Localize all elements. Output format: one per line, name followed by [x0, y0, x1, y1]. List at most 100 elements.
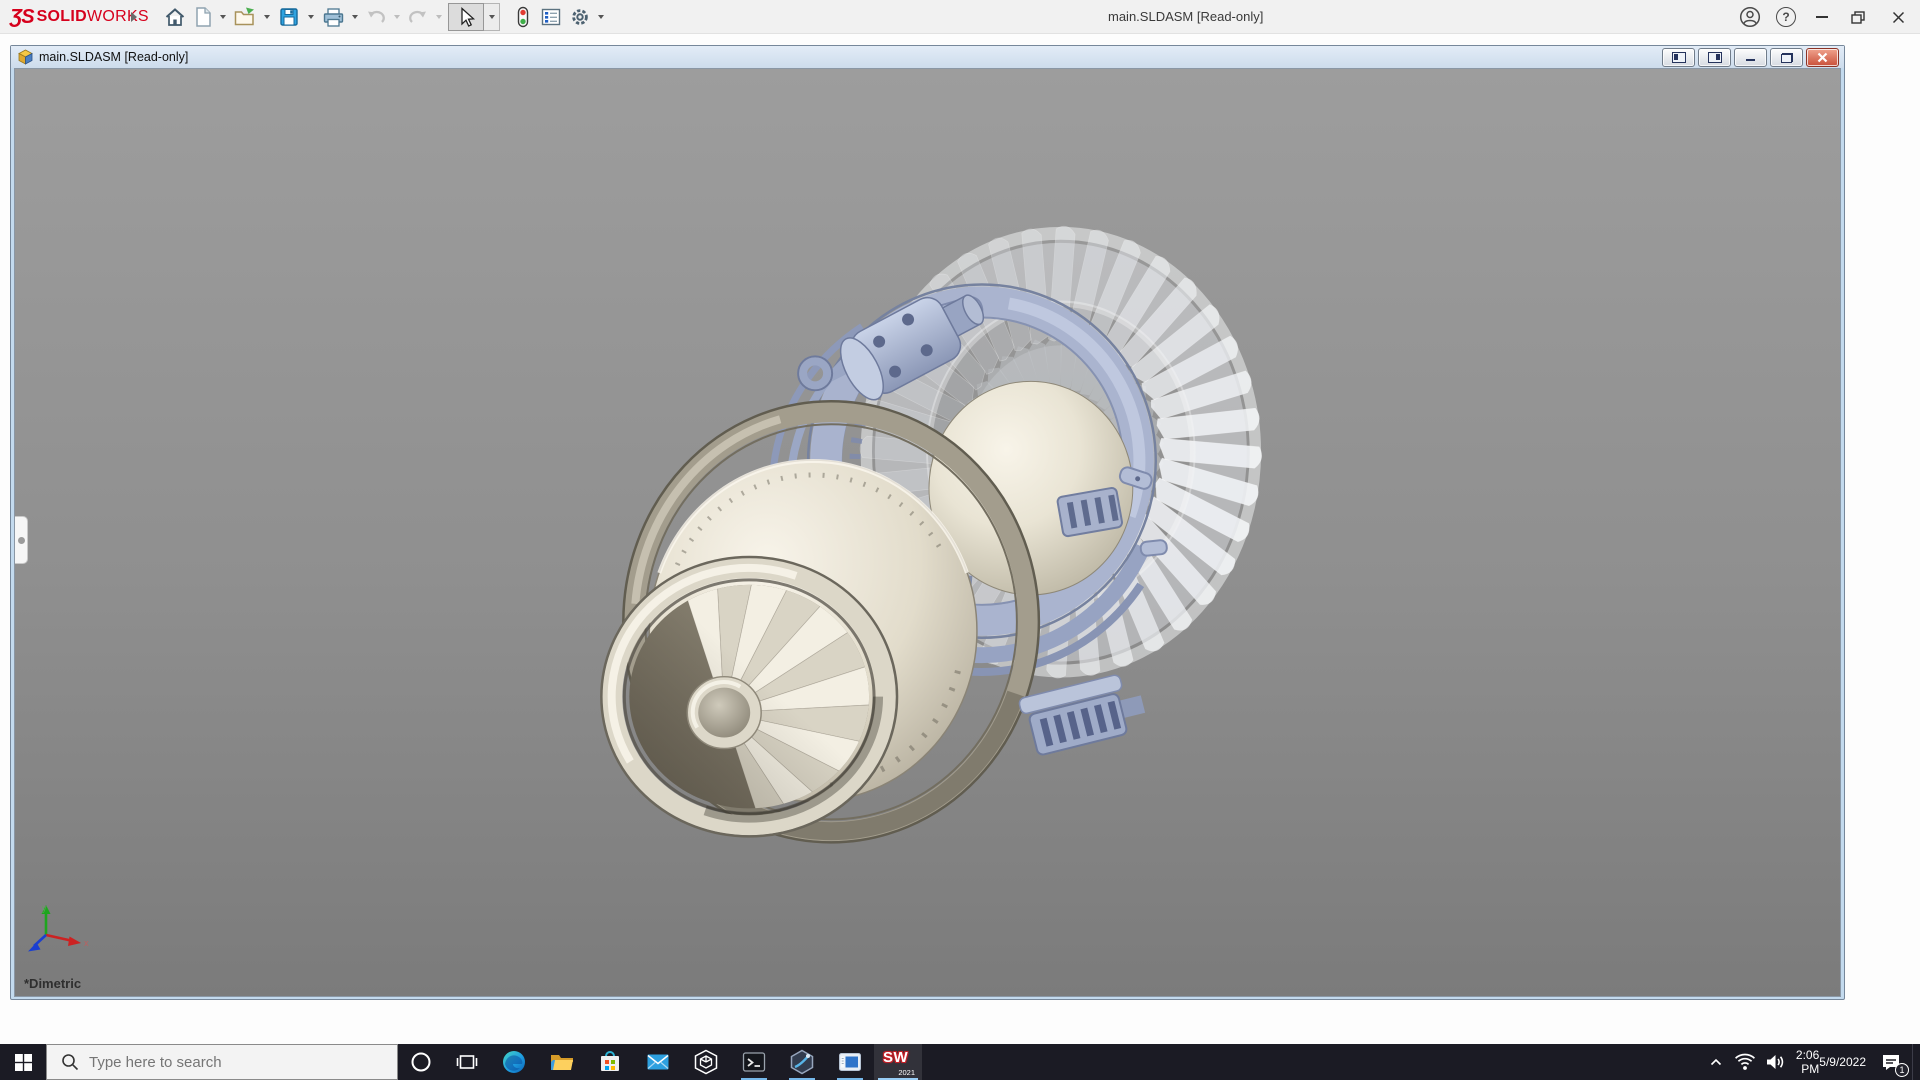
redo-button[interactable]	[404, 2, 432, 32]
search-icon	[62, 1054, 79, 1071]
app-window-title: main.SLDASM [Read-only]	[1108, 9, 1264, 24]
file-explorer-icon	[551, 1055, 573, 1070]
restore-icon	[1780, 52, 1793, 63]
close-icon	[1892, 11, 1904, 23]
document-titlebar[interactable]: main.SLDASM [Read-only]	[11, 46, 1844, 68]
doc-minimize-button[interactable]	[1734, 48, 1767, 67]
file-properties-icon	[541, 8, 561, 26]
taskbar-app-remote-window[interactable]	[826, 1044, 874, 1080]
document-title: main.SLDASM [Read-only]	[39, 50, 189, 64]
print-button[interactable]	[318, 2, 348, 32]
open-dropdown[interactable]	[260, 2, 274, 32]
print-dropdown[interactable]	[348, 2, 362, 32]
app-close-button[interactable]	[1876, 0, 1920, 34]
home-icon	[165, 8, 185, 26]
document-caption-buttons	[1662, 48, 1839, 67]
3d-viewer-icon	[694, 1049, 718, 1075]
start-button[interactable]	[0, 1044, 46, 1080]
taskbar-app-3d-viewer[interactable]	[682, 1044, 730, 1080]
gear-icon	[572, 9, 588, 25]
undo-button[interactable]	[362, 2, 390, 32]
taskbar-search-box[interactable]	[46, 1044, 398, 1080]
show-desktop-button[interactable]	[1912, 1044, 1920, 1080]
pane-right-icon	[1707, 52, 1722, 63]
volume-button[interactable]	[1760, 1044, 1790, 1080]
open-button[interactable]	[230, 2, 260, 32]
drag-handle-dot	[17, 536, 25, 544]
x-axis-label: x	[84, 938, 89, 948]
taskbar-app-edrawings[interactable]	[778, 1044, 826, 1080]
z-axis-arrow	[28, 942, 41, 952]
taskbar-app-file-explorer[interactable]	[538, 1044, 586, 1080]
taskbar-app-microsoft-store[interactable]	[586, 1044, 634, 1080]
remote-window-icon	[839, 1053, 861, 1071]
mail-icon	[647, 1054, 669, 1070]
pane-right-toggle-button[interactable]	[1698, 48, 1731, 67]
menu-expand-arrow-icon[interactable]	[131, 12, 137, 22]
taskbar-clock[interactable]: 2:06 PM 5/9/2022	[1790, 1044, 1870, 1080]
save-button[interactable]	[274, 2, 304, 32]
microsoft-store-icon	[601, 1051, 619, 1071]
doc-close-button[interactable]	[1806, 48, 1839, 67]
doc-restore-button[interactable]	[1770, 48, 1803, 67]
jet-engine-model	[600, 225, 1263, 844]
pane-left-icon	[1671, 52, 1686, 63]
taskbar-app-solidworks[interactable]: SW 2021	[874, 1044, 922, 1080]
command-prompt-icon	[742, 1052, 766, 1072]
taskbar: SW 2021	[0, 1044, 1920, 1080]
speaker-icon	[1767, 1055, 1784, 1069]
graphics-viewport[interactable]: x y *Dimetric	[14, 68, 1841, 997]
task-view-button[interactable]	[444, 1044, 490, 1080]
select-tool-dropdown[interactable]	[484, 3, 500, 31]
assembly-document-icon	[18, 49, 33, 65]
y-axis-label: y	[42, 904, 47, 913]
windows-logo-icon	[14, 1053, 32, 1071]
new-document-dropdown[interactable]	[216, 2, 230, 32]
options-dropdown[interactable]	[594, 2, 608, 32]
task-view-icon	[456, 1055, 478, 1069]
solidworks-logo: ƷS SOLID WORKS	[10, 5, 149, 29]
action-center-button[interactable]: 1	[1870, 1044, 1912, 1080]
app-minimize-button[interactable]	[1804, 0, 1840, 34]
taskbar-app-edge[interactable]	[490, 1044, 538, 1080]
taskbar-app-mail[interactable]	[634, 1044, 682, 1080]
system-tray: 2:06 PM 5/9/2022 1	[1702, 1044, 1920, 1080]
open-folder-icon	[234, 7, 254, 26]
home-button[interactable]	[160, 2, 190, 32]
file-properties-button[interactable]	[536, 2, 566, 32]
print-icon	[323, 8, 343, 27]
rebuild-traffic-light-icon	[517, 6, 529, 28]
account-button[interactable]	[1732, 0, 1768, 34]
solidworks-2021-icon: SW 2021	[883, 1049, 915, 1077]
account-icon	[1739, 6, 1761, 28]
select-tool-group	[448, 3, 500, 31]
tray-overflow-button[interactable]	[1702, 1044, 1730, 1080]
featuremanager-collapsed-tab[interactable]	[15, 516, 28, 564]
solidworks-logo-glyph: ƷS	[10, 5, 35, 28]
save-dropdown[interactable]	[304, 2, 318, 32]
help-icon: ?	[1776, 7, 1796, 27]
select-tool-button[interactable]	[448, 3, 484, 31]
undo-dropdown[interactable]	[390, 2, 404, 32]
redo-dropdown[interactable]	[432, 2, 446, 32]
document-window: main.SLDASM [Read-only] x y *Dimetric	[10, 45, 1845, 1000]
notification-badge: 1	[1895, 1063, 1909, 1077]
undo-icon	[368, 10, 385, 23]
app-titlebar: ƷS SOLID WORKS main.SLDASM [Read-only] ?	[0, 0, 1920, 34]
cortana-button[interactable]	[398, 1044, 444, 1080]
close-icon	[1817, 52, 1828, 63]
search-input[interactable]	[89, 1053, 369, 1071]
rebuild-button[interactable]	[510, 2, 536, 32]
edrawings-hexagon-icon	[790, 1049, 814, 1075]
clock-date: 5/9/2022	[1819, 1055, 1866, 1069]
pane-left-toggle-button[interactable]	[1662, 48, 1695, 67]
taskbar-app-command-prompt[interactable]	[730, 1044, 778, 1080]
redo-icon	[409, 10, 426, 23]
options-button[interactable]	[566, 2, 594, 32]
titlebar-controls: ?	[1732, 0, 1920, 34]
new-document-button[interactable]	[190, 2, 216, 32]
network-button[interactable]	[1730, 1044, 1760, 1080]
help-button[interactable]: ?	[1768, 0, 1804, 34]
app-restore-button[interactable]	[1840, 0, 1876, 34]
screen: ƷS SOLID WORKS main.SLDASM [Read-only] ?…	[0, 0, 1920, 1080]
